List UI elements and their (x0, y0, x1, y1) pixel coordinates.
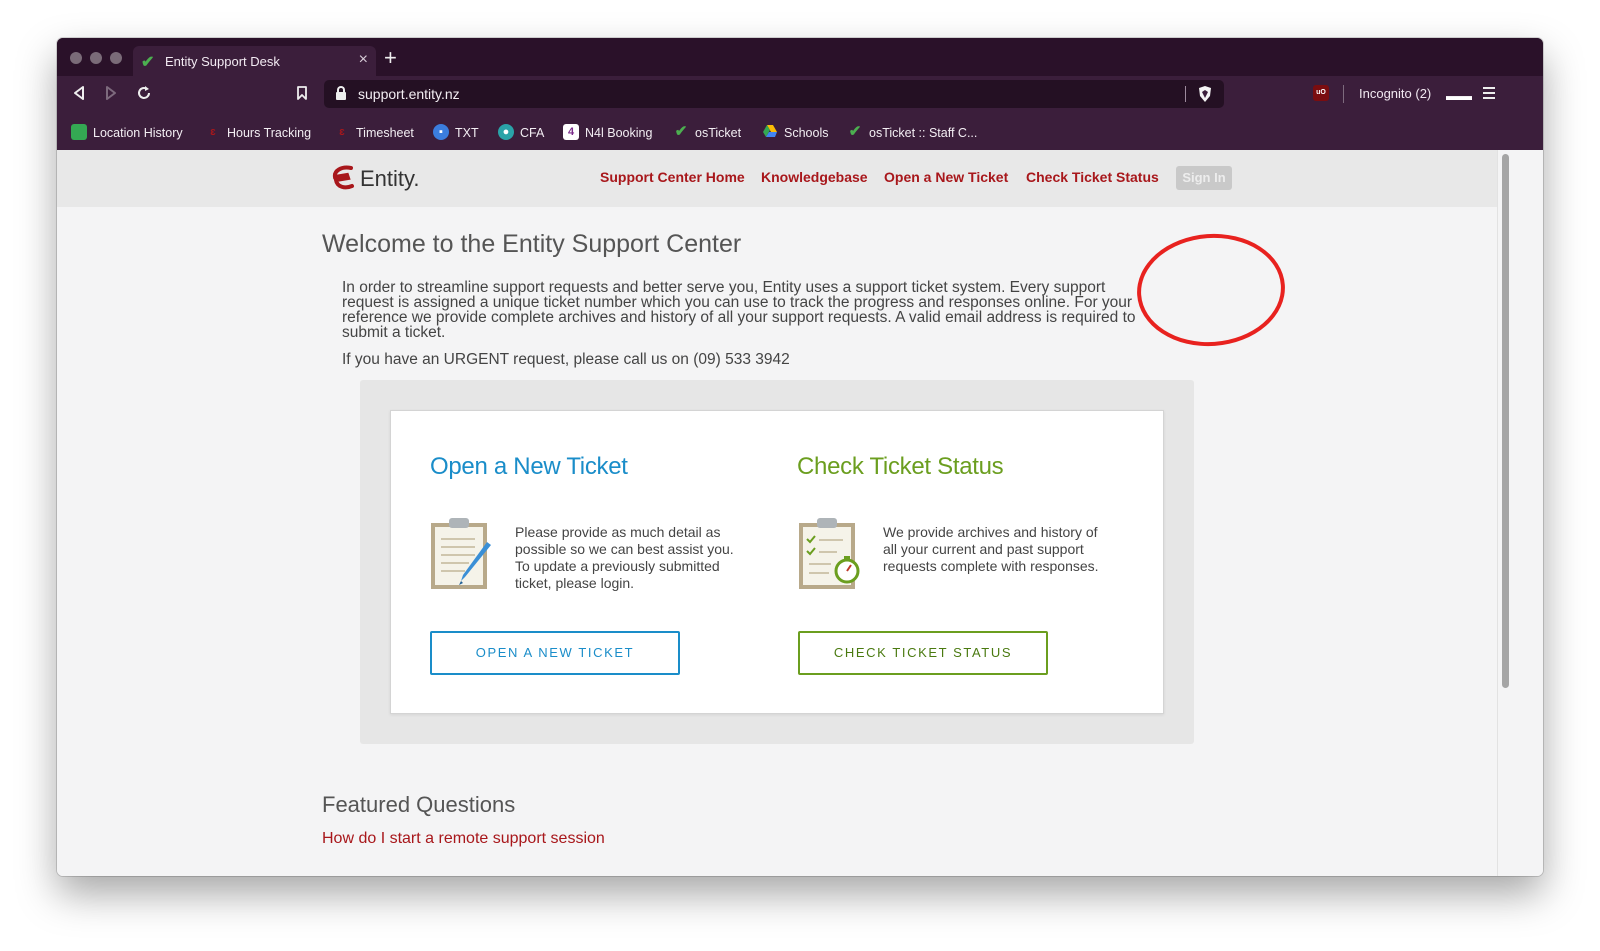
close-tab-icon[interactable]: × (359, 51, 368, 69)
urgent-contact-text: If you have an URGENT request, please ca… (342, 351, 790, 368)
bookmark-schools[interactable]: Schools (762, 125, 828, 141)
page-viewport: Entity. Support Center Home Knowledgebas… (57, 150, 1543, 876)
bookmark-hours-tracking[interactable]: ɛ Hours Tracking (205, 125, 311, 141)
nav-support-center-home[interactable]: Support Center Home (600, 169, 745, 185)
open-ticket-description: Please provide as much detail as possibl… (515, 524, 734, 591)
incognito-glasses-icon[interactable]: ▬▬ (1446, 88, 1472, 103)
checkmark-icon: ✔ (848, 123, 862, 140)
action-panel: Open a New Ticket Please provide as much… (360, 380, 1194, 744)
tab-entity-support-desk[interactable]: ✔ Entity Support Desk × (133, 46, 376, 76)
sign-in-button[interactable]: Sign In (1176, 166, 1232, 190)
bookmark-location-history[interactable]: Location History (71, 124, 183, 141)
hamburger-menu-icon[interactable] (1483, 85, 1497, 101)
reload-button[interactable] (134, 85, 154, 105)
brave-shield-icon[interactable] (1197, 85, 1213, 103)
bookmark-n4l-booking[interactable]: 4 N4l Booking (563, 124, 652, 141)
reload-icon (138, 86, 150, 99)
google-drive-icon (762, 124, 778, 140)
back-button[interactable] (69, 85, 89, 105)
scrollbar-thumb[interactable] (1502, 154, 1509, 688)
entity-favicon-icon: ɛ (339, 126, 345, 138)
txt-icon: ▪ (433, 124, 449, 140)
intro-paragraph: In order to streamline support requests … (342, 279, 1222, 341)
url-text: support.entity.nz (358, 86, 460, 102)
incognito-label[interactable]: Incognito (2) (1359, 86, 1431, 101)
lock-icon (336, 86, 346, 100)
check-status-heading: Check Ticket Status (797, 453, 1004, 480)
navigation-bar: support.entity.nz uO Incognito (2) ▬▬ (57, 76, 1543, 116)
bookmarks-bar: Location History ɛ Hours Tracking ɛ Timesh… (57, 116, 1543, 150)
close-window-button[interactable] (70, 52, 82, 64)
address-bar[interactable]: support.entity.nz (324, 80, 1224, 108)
toolbar-divider (1343, 85, 1344, 103)
ublock-icon[interactable]: uO (1313, 85, 1329, 101)
entity-favicon-icon: ɛ (210, 126, 216, 138)
bookmark-button[interactable] (292, 85, 312, 105)
clipboard-checklist-icon (799, 518, 860, 589)
featured-question-link[interactable]: How do I start a remote support session (322, 830, 605, 848)
back-icon (74, 86, 84, 100)
nav-check-ticket-status[interactable]: Check Ticket Status (1026, 169, 1159, 185)
forward-icon (106, 86, 116, 100)
browser-chrome: ✔ Entity Support Desk × + support.entity… (57, 38, 1543, 150)
forward-button[interactable] (101, 85, 121, 105)
featured-questions-heading: Featured Questions (322, 792, 516, 817)
tab-title: Entity Support Desk (165, 54, 280, 69)
bookmark-txt[interactable]: ▪ TXT (433, 124, 479, 141)
open-ticket-heading: Open a New Ticket (430, 453, 628, 480)
google-maps-icon (71, 124, 87, 140)
check-ticket-status-button[interactable]: CHECK TICKET STATUS (798, 631, 1048, 675)
checkmark-icon: ✔ (674, 123, 688, 140)
bookmark-timesheet[interactable]: ɛ Timesheet (334, 125, 414, 141)
open-new-ticket-button[interactable]: OPEN A NEW TICKET (430, 631, 680, 675)
intro-line: In order to streamline support requests … (342, 279, 1106, 296)
tab-strip: ✔ Entity Support Desk × + (57, 38, 1543, 76)
entity-logo-mark (332, 165, 354, 190)
cfa-icon: ● (498, 124, 514, 140)
vertical-scrollbar[interactable] (1497, 150, 1512, 876)
bookmark-osticket-staff[interactable]: ✔ osTicket :: Staff C... (847, 123, 978, 141)
minimize-window-button[interactable] (90, 52, 102, 64)
new-tab-button[interactable]: + (384, 47, 397, 69)
intro-line: reference we provide complete archives a… (342, 309, 1136, 326)
zoom-window-button[interactable] (110, 52, 122, 64)
intro-line: request is assigned a unique ticket numb… (342, 294, 1133, 311)
browser-window: ✔ Entity Support Desk × + support.entity… (57, 38, 1543, 876)
n4l-icon: 4 (563, 124, 579, 140)
logo-text: Entity. (360, 166, 420, 191)
nav-knowledgebase[interactable]: Knowledgebase (761, 169, 868, 185)
bookmark-cfa[interactable]: ● CFA (498, 124, 544, 141)
intro-line: submit a ticket. (342, 324, 446, 341)
bookmark-osticket[interactable]: ✔ osTicket (673, 123, 741, 141)
bookmark-icon (297, 86, 307, 100)
page-title: Welcome to the Entity Support Center (322, 230, 742, 258)
clipboard-pen-icon (431, 518, 491, 589)
nav-open-new-ticket[interactable]: Open a New Ticket (884, 169, 1008, 185)
url-divider (1185, 86, 1186, 102)
checkmark-icon: ✔ (141, 54, 155, 71)
action-card: Open a New Ticket Please provide as much… (390, 410, 1164, 714)
check-status-description: We provide archives and history of all y… (883, 524, 1099, 574)
site-header: Entity. Support Center Home Knowledgebas… (57, 150, 1497, 207)
